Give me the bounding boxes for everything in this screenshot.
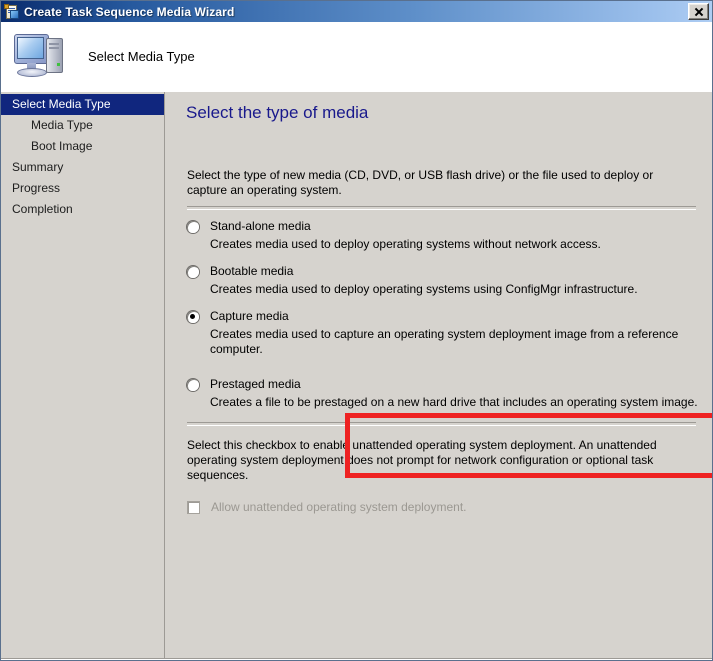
option-label: Prestaged media xyxy=(210,377,301,391)
window-title: Create Task Sequence Media Wizard xyxy=(24,4,235,19)
sidebar-item-completion[interactable]: Completion xyxy=(1,199,164,220)
option-label: Capture media xyxy=(210,309,289,323)
close-icon[interactable] xyxy=(688,3,709,20)
unattended-checkbox-row: Allow unattended operating system deploy… xyxy=(187,500,712,514)
wizard-body: Select Media Type Media Type Boot Image … xyxy=(1,92,712,658)
sidebar-item-summary[interactable]: Summary xyxy=(1,157,164,178)
computer-icon xyxy=(12,30,70,84)
option-label: Stand-alone media xyxy=(210,219,311,233)
sidebar-item-progress[interactable]: Progress xyxy=(1,178,164,199)
sidebar-item-boot-image[interactable]: Boot Image xyxy=(1,136,164,157)
radio-capture-media[interactable] xyxy=(187,311,199,323)
title-bar: Create Task Sequence Media Wizard xyxy=(1,1,712,22)
wizard-window: Create Task Sequence Media Wizard Select… xyxy=(0,0,713,661)
wizard-content: Select the type of media Select the type… xyxy=(165,92,712,658)
option-description: Creates media used to deploy operating s… xyxy=(210,237,601,251)
radio-stand-alone-media[interactable] xyxy=(187,221,199,233)
wizard-header: Select Media Type xyxy=(1,22,712,92)
radio-bootable-media[interactable] xyxy=(187,266,199,278)
sidebar-item-select-media-type[interactable]: Select Media Type xyxy=(1,94,164,115)
header-title: Select Media Type xyxy=(88,49,195,64)
unattended-intro-text: Select this checkbox to enable unattende… xyxy=(187,438,657,482)
checkbox-label: Allow unattended operating system deploy… xyxy=(211,500,467,514)
checkbox-allow-unattended xyxy=(187,500,200,514)
option-prestaged-media[interactable]: Prestaged media Creates a file to be pre… xyxy=(187,377,712,410)
option-stand-alone-media[interactable]: Stand-alone media Creates media used to … xyxy=(187,219,712,252)
wizard-document-icon xyxy=(4,3,20,20)
radio-prestaged-media[interactable] xyxy=(187,379,199,391)
media-type-options: Stand-alone media Creates media used to … xyxy=(165,210,712,410)
unattended-section: Select this checkbox to enable unattende… xyxy=(165,426,712,514)
option-label: Bootable media xyxy=(210,264,294,278)
page-intro-text: Select the type of new media (CD, DVD, o… xyxy=(187,168,654,197)
option-capture-media[interactable]: Capture media Creates media used to capt… xyxy=(187,309,712,357)
page-title: Select the type of media xyxy=(186,103,369,122)
sidebar-item-media-type[interactable]: Media Type xyxy=(1,115,164,136)
wizard-steps-sidebar: Select Media Type Media Type Boot Image … xyxy=(1,92,165,658)
option-description: Creates a file to be prestaged on a new … xyxy=(210,395,698,409)
option-description: Creates media used to capture an operati… xyxy=(210,327,679,356)
option-description: Creates media used to deploy operating s… xyxy=(210,282,638,296)
option-bootable-media[interactable]: Bootable media Creates media used to dep… xyxy=(187,264,712,297)
